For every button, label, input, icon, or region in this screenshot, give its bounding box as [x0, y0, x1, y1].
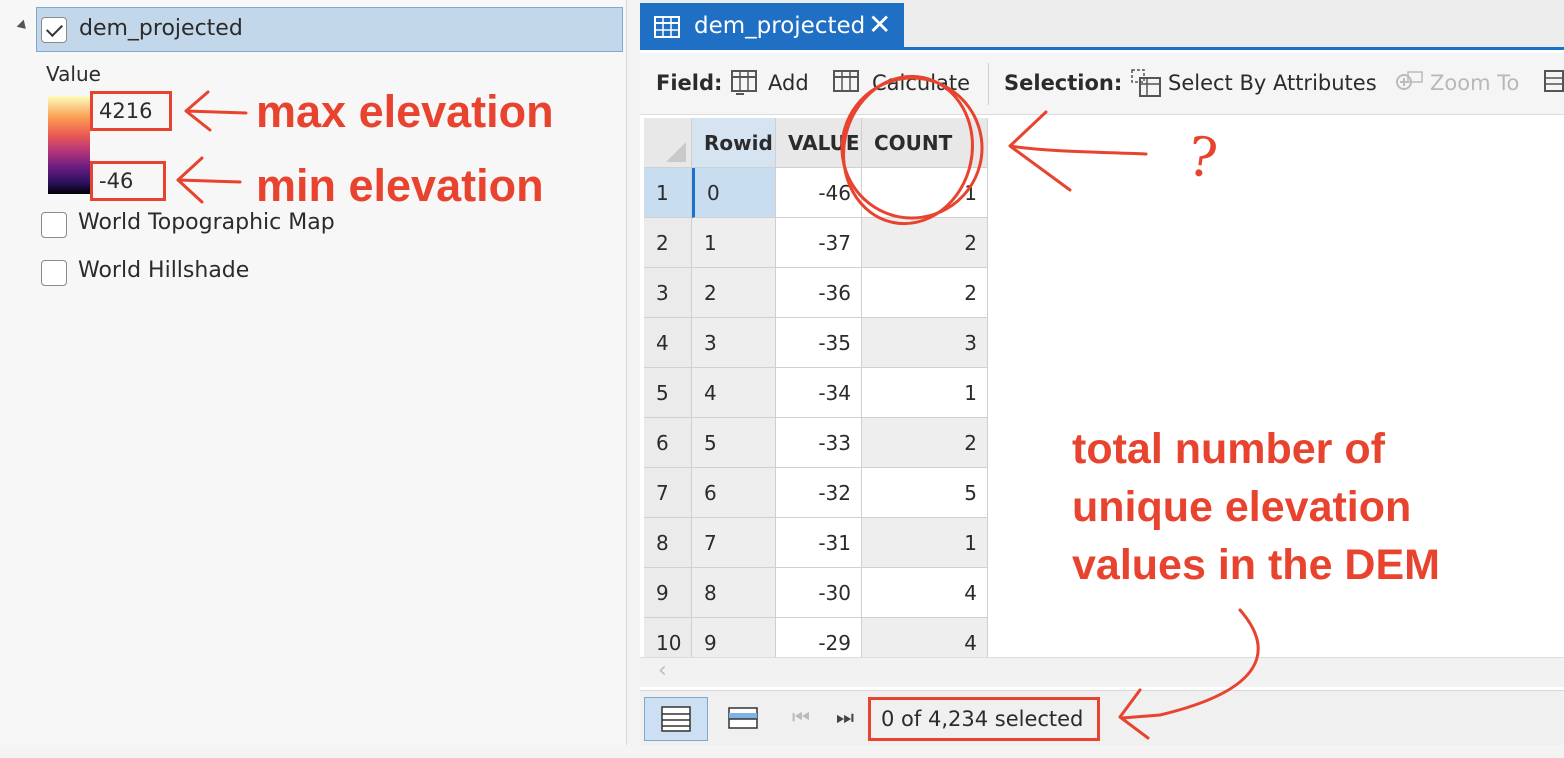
- table-icon: [654, 16, 680, 38]
- selection-count-text: 0 of 4,234 selected: [868, 697, 1100, 741]
- layer-name: dem_projected: [79, 16, 243, 41]
- cell-rowid[interactable]: 7: [692, 518, 776, 568]
- layer-label-hillshade[interactable]: World Hillshade: [78, 258, 249, 283]
- close-icon[interactable]: ✕: [868, 9, 891, 41]
- tab-dem-projected[interactable]: dem_projected ✕: [640, 3, 904, 50]
- cell-value[interactable]: -32: [776, 468, 862, 518]
- row-number[interactable]: 8: [644, 518, 692, 568]
- cell-value[interactable]: -36: [776, 268, 862, 318]
- legend-title: Value: [46, 62, 101, 86]
- add-field-button[interactable]: Add: [768, 71, 809, 95]
- cell-count[interactable]: 1: [862, 518, 988, 568]
- layer-visibility-checkbox[interactable]: [41, 17, 67, 43]
- cell-count[interactable]: 2: [862, 418, 988, 468]
- table-status-bar: ⏮ ⏭ 0 of 4,234 selected: [640, 690, 1564, 745]
- selection-label: Selection:: [1004, 71, 1123, 95]
- row-number[interactable]: 2: [644, 218, 692, 268]
- row-number[interactable]: 3: [644, 268, 692, 318]
- horizontal-scrollbar[interactable]: ‹: [640, 657, 1564, 687]
- cell-count[interactable]: 5: [862, 468, 988, 518]
- corner-triangle-icon: [666, 142, 686, 162]
- color-ramp: [48, 96, 90, 194]
- annotation-max-elevation: max elevation: [256, 86, 554, 137]
- contents-pane: dem_projected Value 4216 -46 World Topog…: [0, 0, 627, 745]
- row-number[interactable]: 9: [644, 568, 692, 618]
- cell-rowid[interactable]: 5: [692, 418, 776, 468]
- select-by-attributes-icon[interactable]: [1130, 68, 1162, 98]
- zoom-to-button[interactable]: Zoom To: [1430, 71, 1519, 95]
- field-label: Field:: [656, 71, 723, 95]
- cell-count[interactable]: 3: [862, 318, 988, 368]
- layer-checkbox-hillshade[interactable]: [41, 260, 67, 286]
- scroll-left-icon[interactable]: ‹: [658, 658, 667, 683]
- cell-rowid[interactable]: 1: [692, 218, 776, 268]
- cell-value[interactable]: -31: [776, 518, 862, 568]
- column-header-count[interactable]: COUNT: [862, 118, 988, 168]
- tab-title: dem_projected: [694, 13, 866, 39]
- ramp-max-label: 4216: [90, 91, 172, 131]
- calculate-field-icon[interactable]: [832, 68, 862, 98]
- annotation-line-1: total number of: [1072, 425, 1385, 473]
- annotation-total-unique: total number of unique elevation values …: [1072, 420, 1440, 594]
- first-page-icon[interactable]: ⏮: [792, 705, 810, 729]
- row-number[interactable]: 1: [644, 168, 692, 218]
- cell-rowid[interactable]: 4: [692, 368, 776, 418]
- cell-value[interactable]: -46: [776, 168, 862, 218]
- column-header-rowid[interactable]: Rowid: [692, 118, 776, 168]
- cell-rowid[interactable]: 6: [692, 468, 776, 518]
- annotation-min-elevation: min elevation: [256, 160, 544, 211]
- column-header-value[interactable]: VALUE: [776, 118, 862, 168]
- row-number[interactable]: 4: [644, 318, 692, 368]
- attribute-table-view: dem_projected ✕ Field: Add Calculate Sel…: [640, 0, 1564, 745]
- row-number[interactable]: 5: [644, 368, 692, 418]
- zoom-to-icon[interactable]: [1392, 68, 1424, 98]
- cell-rowid[interactable]: 2: [692, 268, 776, 318]
- cell-rowid[interactable]: 3: [692, 318, 776, 368]
- cell-value[interactable]: -30: [776, 568, 862, 618]
- cell-count[interactable]: 2: [862, 218, 988, 268]
- table-toolbar: Field: Add Calculate Selection: Select B…: [640, 53, 1564, 115]
- tab-strip: dem_projected ✕: [640, 0, 1564, 50]
- all-records-icon: [661, 706, 691, 732]
- collapse-arrow-icon[interactable]: [16, 19, 30, 33]
- ramp-min-label: -46: [90, 161, 166, 201]
- selected-records-icon[interactable]: [728, 707, 758, 729]
- layer-item-dem-projected[interactable]: dem_projected: [36, 7, 623, 52]
- row-number[interactable]: 7: [644, 468, 692, 518]
- cell-rowid[interactable]: 8: [692, 568, 776, 618]
- calculate-field-button[interactable]: Calculate: [872, 71, 970, 95]
- cell-value[interactable]: -35: [776, 318, 862, 368]
- more-tools-icon[interactable]: [1543, 68, 1564, 98]
- annotation-line-2: unique elevation: [1072, 483, 1412, 531]
- annotation-line-3: values in the DEM: [1072, 541, 1440, 589]
- cell-count[interactable]: 4: [862, 568, 988, 618]
- toolbar-divider: [988, 63, 989, 105]
- last-page-icon[interactable]: ⏭: [836, 705, 854, 729]
- cell-rowid[interactable]: 0: [692, 168, 776, 218]
- add-field-icon[interactable]: [730, 68, 760, 98]
- layer-checkbox-topographic[interactable]: [41, 212, 67, 238]
- cell-count[interactable]: 1: [862, 168, 988, 218]
- select-by-attributes-button[interactable]: Select By Attributes: [1168, 71, 1377, 95]
- select-all-corner[interactable]: [644, 118, 692, 168]
- show-all-records-button[interactable]: [644, 697, 708, 741]
- cell-count[interactable]: 1: [862, 368, 988, 418]
- row-number[interactable]: 6: [644, 418, 692, 468]
- cell-value[interactable]: -37: [776, 218, 862, 268]
- cell-value[interactable]: -34: [776, 368, 862, 418]
- cell-value[interactable]: -33: [776, 418, 862, 468]
- cell-count[interactable]: 2: [862, 268, 988, 318]
- layer-label-topographic[interactable]: World Topographic Map: [78, 210, 335, 235]
